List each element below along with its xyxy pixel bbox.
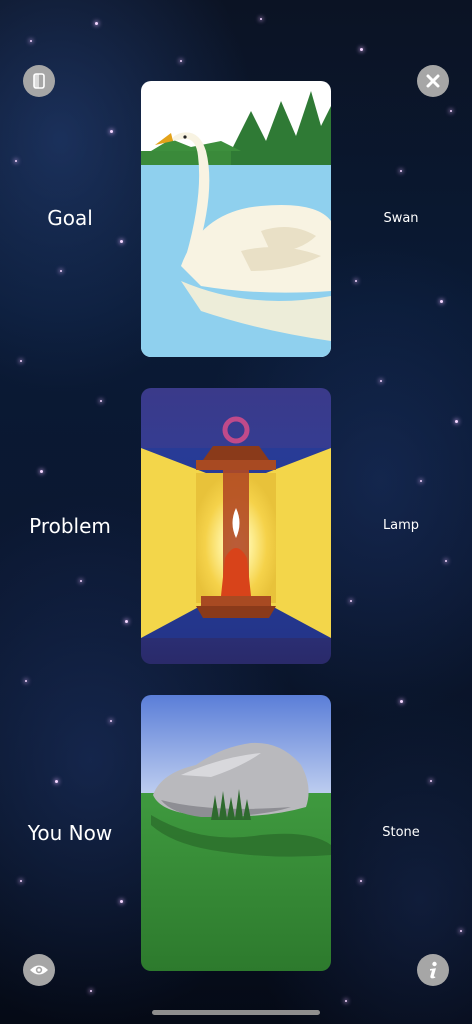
card-name-stone: Stone <box>382 825 420 840</box>
home-indicator[interactable] <box>152 1010 320 1015</box>
card-name-lamp: Lamp <box>382 518 420 533</box>
card-spread-screen: Goal Swan Problem Lamp You Now Stone <box>0 0 472 1024</box>
position-label-problem: Problem <box>29 514 111 538</box>
card-swan[interactable] <box>141 81 331 357</box>
layout-toggle-icon <box>33 73 45 89</box>
reveal-button[interactable] <box>23 954 55 986</box>
close-icon <box>426 74 440 88</box>
close-button[interactable] <box>417 65 449 97</box>
info-icon <box>430 961 437 979</box>
swan-card-art <box>141 81 331 357</box>
eye-icon <box>30 965 48 975</box>
position-label-goal: Goal <box>47 206 93 230</box>
layout-toggle-button[interactable] <box>23 65 55 97</box>
lamp-card-art <box>141 388 331 664</box>
card-lamp[interactable] <box>141 388 331 664</box>
card-stone[interactable] <box>141 695 331 971</box>
position-label-you-now: You Now <box>27 821 113 845</box>
stone-card-art <box>141 695 331 971</box>
info-button[interactable] <box>417 954 449 986</box>
card-name-swan: Swan <box>383 211 419 226</box>
